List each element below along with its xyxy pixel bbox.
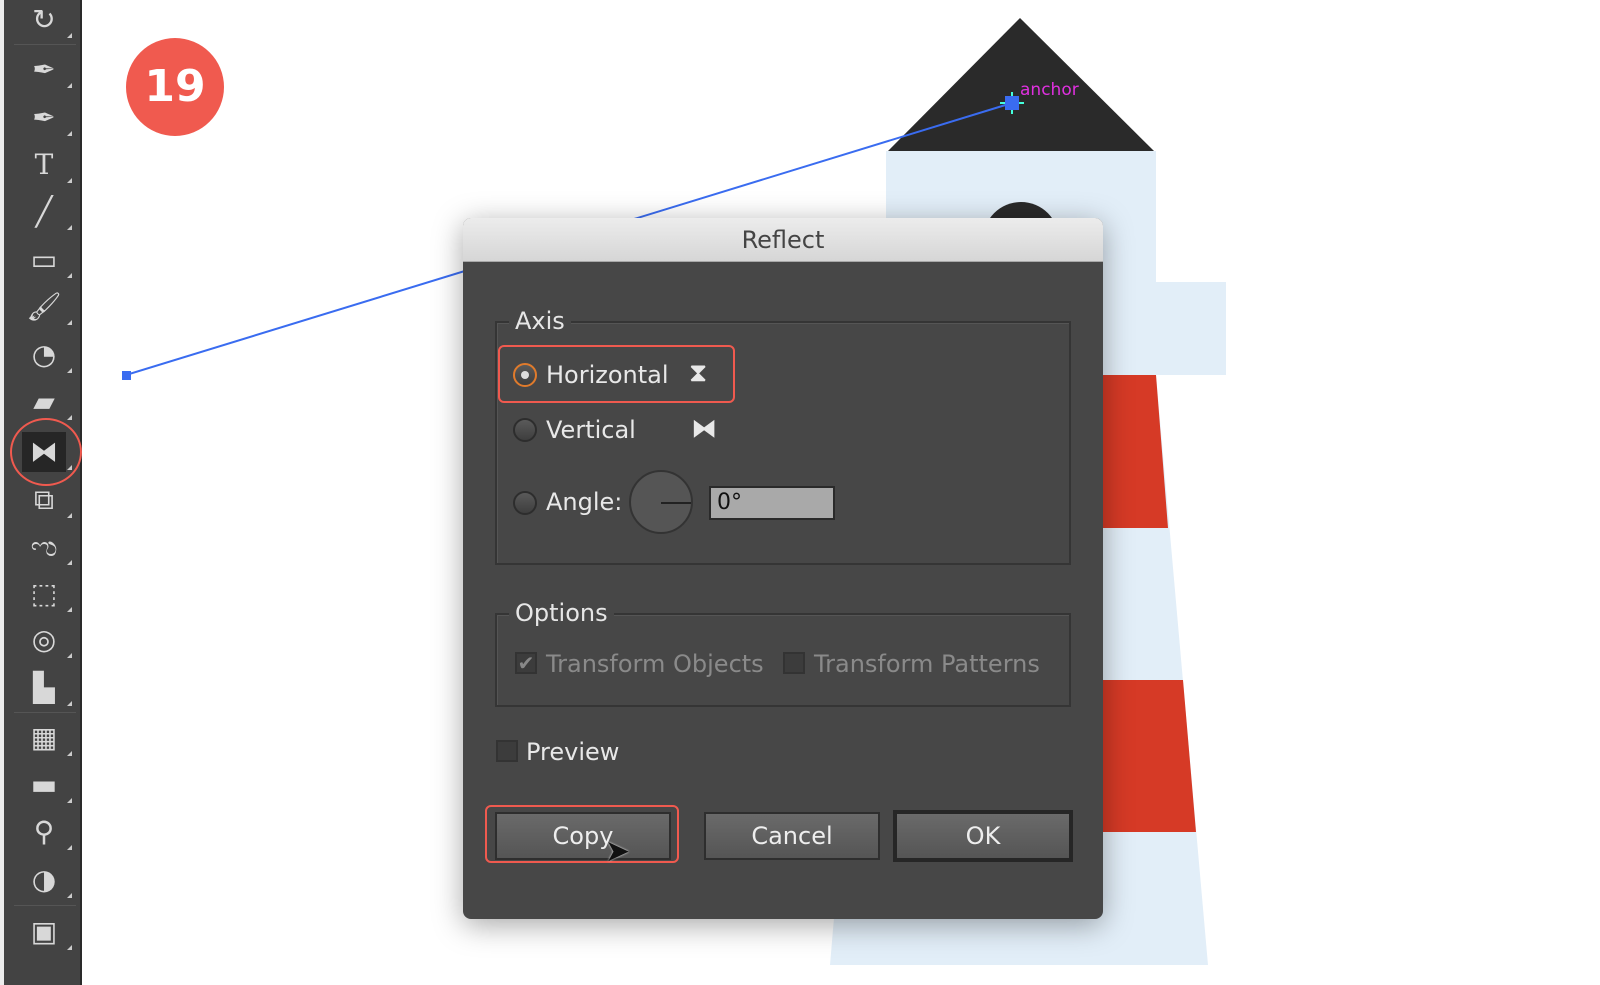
transform-patterns-label[interactable]: Transform Patterns — [814, 650, 1040, 678]
anchor-label: anchor — [1020, 80, 1079, 100]
angle-label[interactable]: Angle: — [546, 488, 622, 516]
eyedropper-tool-icon[interactable]: ⚲ — [22, 812, 72, 852]
gradient-tool-icon[interactable]: ▬ — [22, 765, 72, 805]
eraser-tool-icon[interactable]: ▰ — [22, 382, 72, 422]
reflect-dialog: Reflect Axis Horizontal ⧗ Vertical ⧓ Ang… — [463, 218, 1103, 919]
rotate-tool-icon[interactable]: ↻ — [22, 0, 72, 40]
anchor-point — [1005, 96, 1019, 110]
mouse-cursor-icon: ➤ — [605, 834, 631, 869]
transform-objects-label[interactable]: Transform Objects — [546, 650, 764, 678]
mesh-tool-icon[interactable]: ▦ — [22, 718, 72, 758]
curvature-tool-icon[interactable]: ✒ — [22, 98, 72, 138]
horizontal-radio[interactable] — [513, 363, 537, 387]
angle-input[interactable]: 0° — [709, 486, 835, 520]
shaper-tool-icon[interactable]: ◔ — [22, 335, 72, 375]
symbol-sprayer-tool-icon[interactable]: ▣ — [22, 912, 72, 952]
warp-tool-icon[interactable]: ಌ — [22, 527, 72, 567]
transform-objects-checkbox[interactable]: ✔ — [515, 652, 537, 674]
horizontal-label[interactable]: Horizontal — [546, 361, 669, 389]
blend-tool-icon[interactable]: ◑ — [22, 860, 72, 900]
type-tool-icon[interactable]: T — [22, 145, 72, 185]
preview-label[interactable]: Preview — [526, 738, 619, 766]
graph-tool-icon[interactable]: ▙ — [22, 668, 72, 708]
preview-checkbox[interactable] — [496, 740, 518, 762]
angle-dial[interactable] — [629, 470, 693, 534]
reflect-vertical-icon: ⧓ — [691, 414, 717, 444]
axis-legend: Axis — [509, 307, 571, 335]
reflect-horizontal-icon: ⧗ — [689, 358, 708, 388]
line-tool-icon[interactable]: ╱ — [22, 192, 72, 232]
rectangle-tool-icon[interactable]: ▭ — [22, 240, 72, 280]
highlight-ring — [10, 418, 82, 486]
step-badge: 19 — [126, 38, 224, 136]
ok-button[interactable]: OK — [893, 810, 1073, 862]
vertical-radio[interactable] — [513, 418, 537, 442]
transform-patterns-checkbox[interactable] — [783, 652, 805, 674]
shape-builder-tool-icon[interactable]: ◎ — [22, 620, 72, 660]
cancel-button[interactable]: Cancel — [704, 812, 880, 860]
vertical-label[interactable]: Vertical — [546, 416, 636, 444]
options-legend: Options — [509, 599, 614, 627]
dialog-title: Reflect — [463, 218, 1103, 262]
free-transform-tool-icon[interactable]: ⬚ — [22, 574, 72, 614]
tools-panel: ↻ ✒ ✒ T ╱ ▭ 🖌 ◔ ▰ ⧓ ⧉ ಌ ⬚ ◎ ▙ ▦ ▬ ⚲ ◑ ▣ — [0, 0, 82, 985]
copy-button[interactable]: Copy — [495, 812, 671, 860]
guide-endpoint — [122, 371, 131, 380]
paintbrush-tool-icon[interactable]: 🖌 — [22, 287, 72, 327]
pen-tool-icon[interactable]: ✒ — [22, 50, 72, 90]
scale-tool-icon[interactable]: ⧉ — [22, 480, 72, 520]
angle-radio[interactable] — [513, 491, 537, 515]
